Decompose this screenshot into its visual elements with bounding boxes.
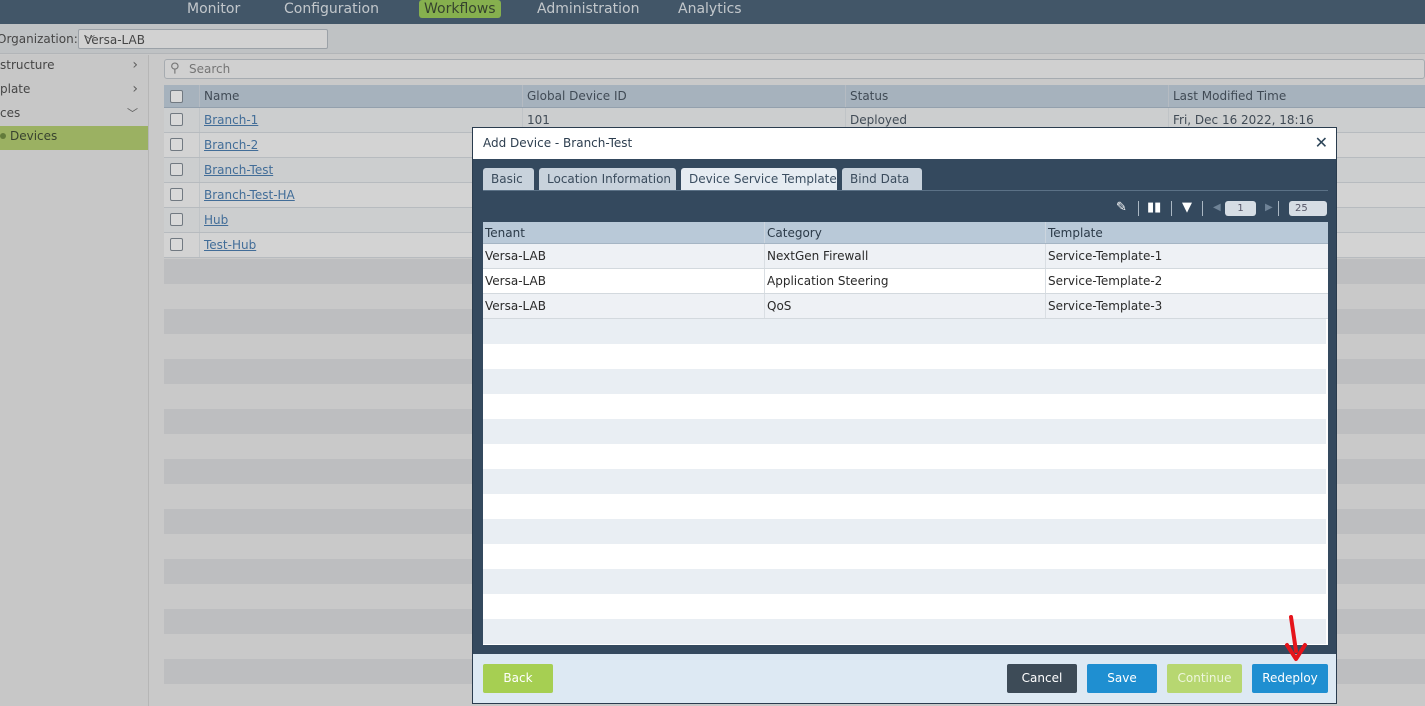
table-row[interactable]: Versa-LAB QoS Service-Template-3 — [483, 294, 1328, 319]
dialog-footer: Back Cancel Save Continue Redeploy — [473, 654, 1336, 703]
tab-device-service-template[interactable]: Device Service Template — [681, 168, 837, 190]
cancel-button[interactable]: Cancel — [1007, 664, 1077, 693]
cell-tenant: Versa-LAB — [485, 274, 546, 288]
table-row[interactable]: Versa-LAB Application Steering Service-T… — [483, 269, 1328, 294]
back-button[interactable]: Back — [483, 664, 553, 693]
cell-category: NextGen Firewall — [764, 244, 1045, 268]
columns-icon[interactable]: ▮▮ — [1147, 200, 1161, 215]
page-size-select[interactable]: 25 — [1289, 201, 1327, 216]
add-device-dialog: Add Device - Branch-Test ✕ Basic Locatio… — [472, 127, 1337, 704]
column-header-category[interactable]: Category — [764, 222, 1045, 243]
close-icon[interactable]: ✕ — [1315, 133, 1328, 152]
tab-basic[interactable]: Basic — [483, 168, 534, 190]
grid-toolbar: ✎ ▮▮ ▼ ◀ 1 ▶ 25 — [1113, 200, 1329, 218]
next-page-icon[interactable]: ▶ — [1265, 202, 1273, 213]
service-template-table: Tenant Category Template Versa-LAB NextG… — [483, 222, 1328, 645]
divider — [1138, 201, 1139, 216]
dialog-title: Add Device - Branch-Test — [483, 136, 633, 150]
cell-category: Application Steering — [764, 269, 1045, 293]
tab-bind-data[interactable]: Bind Data — [842, 168, 922, 190]
dialog-title-bar: Add Device - Branch-Test ✕ — [473, 128, 1336, 159]
column-header-template[interactable]: Template — [1045, 222, 1326, 243]
annotation-arrow-icon — [1285, 615, 1307, 661]
page-number-input[interactable]: 1 — [1225, 201, 1256, 216]
cell-template: Service-Template-3 — [1045, 294, 1326, 318]
cell-tenant: Versa-LAB — [485, 299, 546, 313]
divider — [1202, 201, 1203, 216]
cell-tenant: Versa-LAB — [485, 249, 546, 263]
empty-rows-area — [483, 319, 1326, 645]
divider — [1171, 201, 1172, 216]
redeploy-button[interactable]: Redeploy — [1252, 664, 1328, 693]
table-header: Tenant Category Template — [483, 222, 1328, 244]
filter-icon[interactable]: ▼ — [1182, 200, 1192, 215]
divider — [1278, 201, 1279, 216]
save-button[interactable]: Save — [1087, 664, 1157, 693]
cell-category: QoS — [764, 294, 1045, 318]
tab-divider — [483, 190, 1328, 191]
prev-page-icon[interactable]: ◀ — [1213, 202, 1221, 213]
tab-location-information[interactable]: Location Information — [539, 168, 676, 190]
edit-icon[interactable]: ✎ — [1116, 200, 1127, 215]
column-header-tenant[interactable]: Tenant — [483, 222, 764, 243]
continue-button[interactable]: Continue — [1167, 664, 1242, 693]
table-row[interactable]: Versa-LAB NextGen Firewall Service-Templ… — [483, 244, 1328, 269]
cell-template: Service-Template-2 — [1045, 269, 1326, 293]
cell-template: Service-Template-1 — [1045, 244, 1326, 268]
